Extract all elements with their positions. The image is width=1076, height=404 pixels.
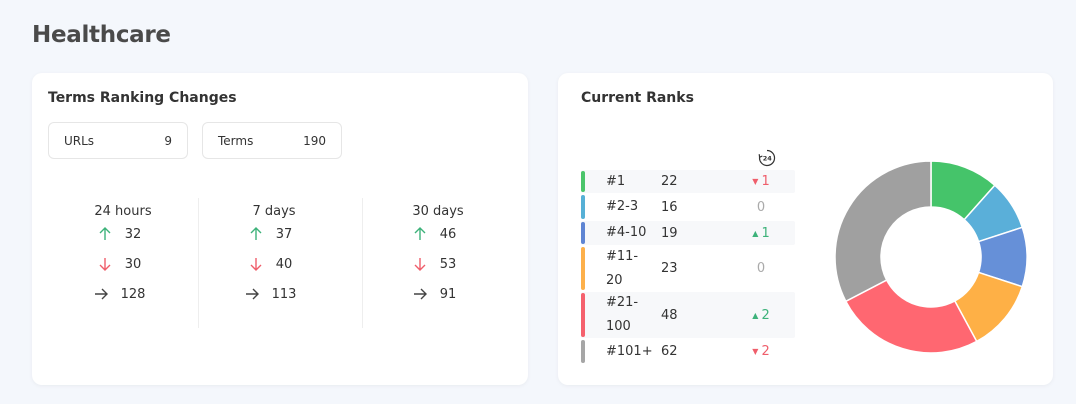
triangle-up-icon: ▲ (752, 310, 759, 320)
rank-change: ▲ 1 (731, 226, 791, 241)
arrow-up-icon (250, 227, 262, 240)
period-label: 7 days (252, 204, 296, 219)
arrow-up-icon (99, 227, 111, 240)
rank-label: #101+ (606, 343, 653, 359)
rank-count: 48 (661, 307, 678, 323)
arrow-down-icon (250, 258, 262, 271)
period-same-row: 91 (367, 279, 513, 309)
arrow-down-icon (99, 258, 111, 271)
rank-count: 62 (661, 344, 678, 359)
rank-row[interactable]: #2-3 16 0 (581, 194, 795, 220)
current-ranks-card: Current Ranks 24 #1 22 ▼ 1 #2-3 16 0 #4-10 19 ▲ 1 #… (558, 73, 1053, 385)
urls-value: 9 (164, 133, 172, 148)
arrow-right-icon (414, 288, 427, 300)
triangle-up-icon: ▲ (752, 228, 759, 238)
rank-label: #4-10 (606, 225, 647, 240)
rank-label: #11- 20 (606, 248, 639, 288)
rank-label: #21- 100 (606, 295, 639, 334)
period-down-row: 30 (52, 249, 198, 279)
clock-label: 24 (763, 155, 773, 163)
arrow-up-icon (414, 227, 426, 240)
rank-change-value: 0 (756, 261, 766, 276)
rank-label: #2-3 (606, 199, 639, 214)
period-down-row: 40 (203, 249, 349, 279)
urls-stat[interactable]: URLs 9 (48, 122, 188, 159)
rank-change: 0 (731, 200, 791, 215)
rank-change: ▼ 1 (731, 174, 791, 189)
arrow-down-icon (414, 258, 426, 271)
down-count: 40 (275, 256, 293, 272)
24-hour-clock-icon[interactable]: 24 (758, 149, 776, 167)
period-30-days: 30 days 46 53 91 (363, 204, 513, 309)
period-same-row: 128 (52, 279, 198, 309)
period-down-row: 53 (367, 249, 513, 279)
triangle-down-icon: ▼ (752, 177, 759, 186)
terms-stat[interactable]: Terms 190 (202, 122, 342, 159)
card-title: Terms Ranking Changes (48, 90, 237, 106)
rank-change-value: 2 (761, 344, 770, 359)
rank-count: 23 (661, 261, 678, 276)
rank-label: #1 (606, 173, 626, 189)
rank-change-value: 2 (761, 307, 770, 323)
rank-row[interactable]: #101+ 62 ▼ 2 (581, 339, 795, 364)
period-label: 30 days (412, 204, 464, 219)
period-up-row: 46 (367, 219, 513, 249)
rank-count: 19 (661, 225, 678, 241)
card-title: Current Ranks (581, 90, 694, 106)
terms-ranking-changes-card: Terms Ranking Changes URLs 9 Terms 190 2… (32, 73, 528, 385)
arrow-right-icon (95, 288, 108, 300)
rank-change: ▼ 2 (731, 344, 791, 359)
period-label: 24 hours (94, 204, 152, 219)
rank-change-value: 1 (761, 225, 770, 241)
period-up-row: 32 (52, 219, 198, 249)
arrow-right-icon (246, 288, 259, 300)
rank-change: 0 (731, 261, 791, 276)
period-7-days: 7 days 37 40 113 (199, 204, 349, 309)
rank-row[interactable]: #4-10 19 ▲ 1 (581, 221, 795, 245)
triangle-down-icon: ▼ (752, 347, 759, 356)
terms-label: Terms (218, 133, 254, 148)
same-count: 128 (120, 286, 146, 302)
same-count: 113 (271, 286, 297, 302)
down-count: 53 (439, 256, 457, 272)
up-count: 32 (124, 226, 142, 242)
donut-slice-101[interactable] (834, 160, 932, 303)
terms-value: 190 (303, 133, 326, 148)
rank-row[interactable]: #11- 20 23 0 (581, 246, 795, 291)
rank-row[interactable]: #1 22 ▼ 1 (581, 170, 795, 193)
urls-label: URLs (64, 133, 95, 148)
rank-change-value: 0 (756, 199, 766, 215)
period-24-hours: 24 hours 32 30 128 (48, 204, 198, 309)
same-count: 91 (439, 286, 457, 302)
ranks-table: #1 22 ▼ 1 #2-3 16 0 #4-10 19 ▲ 1 #11- 20 23 0 #21- 100… (581, 170, 795, 365)
rank-count: 22 (661, 174, 678, 189)
rank-count: 16 (661, 199, 678, 215)
page-title: Healthcare (32, 22, 171, 48)
up-count: 46 (439, 226, 457, 242)
ranks-donut-chart (834, 160, 1028, 354)
period-same-row: 113 (203, 279, 349, 309)
period-up-row: 37 (203, 219, 349, 249)
up-count: 37 (275, 226, 293, 242)
rank-change: ▲ 2 (731, 308, 791, 323)
rank-change-value: 1 (761, 174, 770, 189)
rank-row[interactable]: #21- 100 48 ▲ 2 (581, 292, 795, 338)
down-count: 30 (124, 256, 142, 272)
